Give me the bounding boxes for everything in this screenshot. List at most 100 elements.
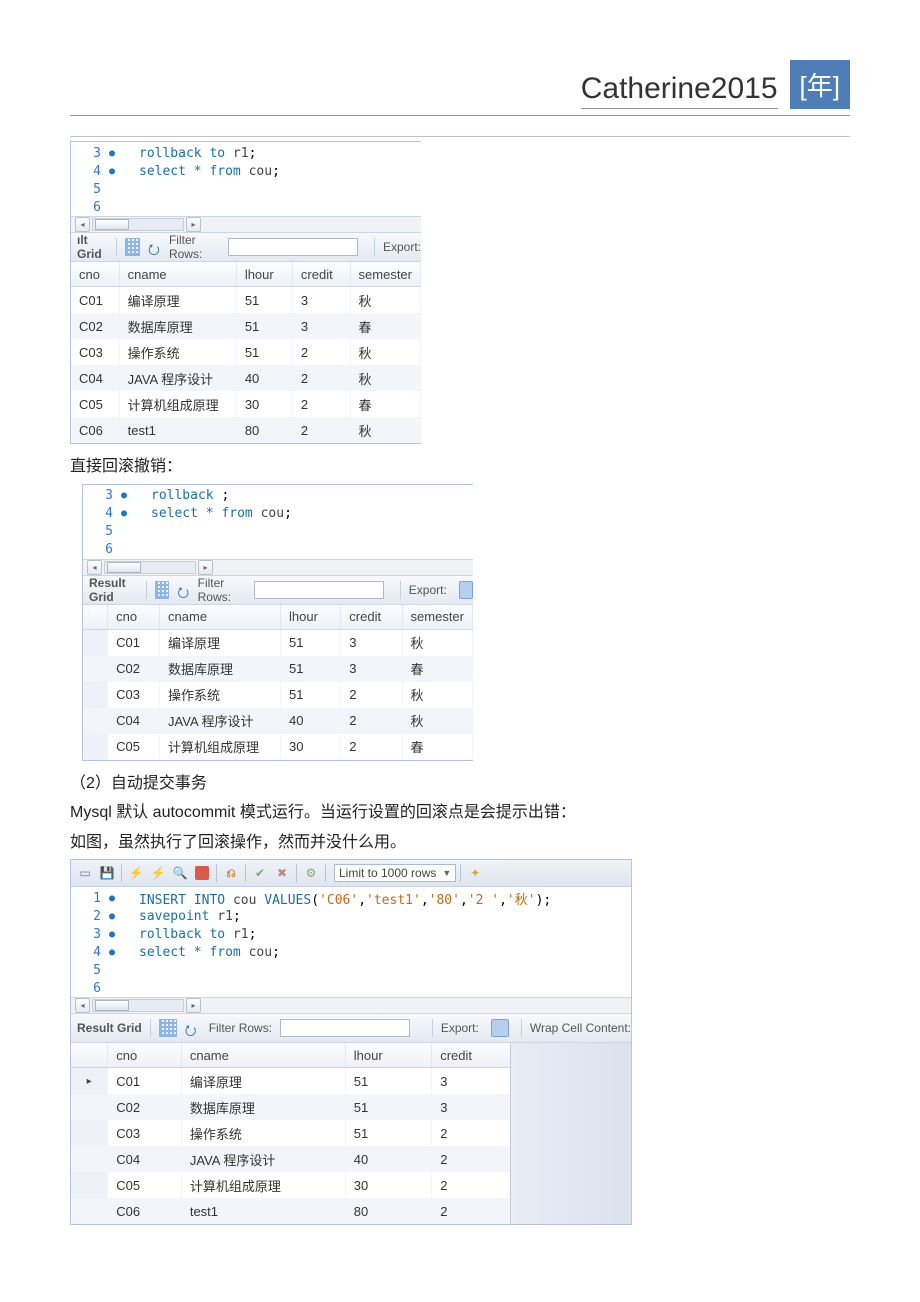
- cell[interactable]: C05: [71, 391, 119, 417]
- cell[interactable]: 2: [341, 734, 402, 760]
- column-header[interactable]: credit: [432, 1043, 518, 1068]
- table-row[interactable]: C01编译原理513秋: [83, 629, 473, 656]
- editor-line[interactable]: 5: [83, 523, 473, 541]
- column-header[interactable]: semester: [350, 262, 420, 287]
- breakpoint-dot-icon[interactable]: ●: [105, 911, 119, 922]
- scroll-track[interactable]: [92, 999, 184, 1012]
- cell[interactable]: JAVA 程序设计: [119, 365, 236, 391]
- column-header[interactable]: lhour: [345, 1043, 431, 1068]
- open-icon[interactable]: ▭: [75, 863, 95, 883]
- breakpoint-dot-icon[interactable]: ●: [105, 929, 119, 940]
- cell[interactable]: 80: [236, 417, 292, 443]
- filter-input[interactable]: [280, 1019, 410, 1037]
- column-header[interactable]: cname: [119, 262, 236, 287]
- editor-line[interactable]: 5: [71, 180, 421, 198]
- table-row[interactable]: C04JAVA 程序设计402秋: [83, 708, 473, 734]
- breakpoint-dot-icon[interactable]: ●: [117, 490, 131, 501]
- cell[interactable]: 春: [350, 313, 420, 339]
- row-handle[interactable]: [71, 1198, 108, 1224]
- cell[interactable]: C01: [108, 629, 160, 656]
- row-handle[interactable]: [83, 682, 108, 708]
- row-handle[interactable]: [83, 629, 108, 656]
- editor-line[interactable]: 4●select * from cou;: [71, 943, 631, 961]
- cell[interactable]: 编译原理: [119, 287, 236, 314]
- cell[interactable]: 2: [292, 417, 350, 443]
- column-header[interactable]: cname: [160, 605, 281, 630]
- cell[interactable]: 2: [432, 1120, 518, 1146]
- cell[interactable]: C04: [71, 365, 119, 391]
- autocommit-on-icon[interactable]: ✔: [250, 863, 270, 883]
- editor-line[interactable]: 3●rollback to r1;: [71, 144, 421, 162]
- filter-input[interactable]: [254, 581, 384, 599]
- cell[interactable]: 2: [432, 1198, 518, 1224]
- editor-line[interactable]: 6: [71, 979, 631, 997]
- settings-icon[interactable]: ⚙: [301, 863, 321, 883]
- execute-step-icon[interactable]: ⚡: [148, 863, 168, 883]
- cell[interactable]: 40: [280, 708, 340, 734]
- column-header[interactable]: lhour: [236, 262, 292, 287]
- column-header[interactable]: cname: [181, 1043, 345, 1068]
- cell[interactable]: 春: [350, 391, 420, 417]
- row-handle[interactable]: [83, 708, 108, 734]
- cell[interactable]: C01: [108, 1068, 182, 1095]
- column-header[interactable]: cno: [108, 1043, 182, 1068]
- cell[interactable]: 51: [280, 629, 340, 656]
- cell[interactable]: 51: [280, 656, 340, 682]
- table-row[interactable]: C04JAVA 程序设计402秋: [71, 365, 421, 391]
- scroll-right-icon[interactable]: ▸: [198, 560, 213, 575]
- refresh-icon[interactable]: [148, 239, 161, 255]
- cell[interactable]: 30: [236, 391, 292, 417]
- stop-icon[interactable]: [192, 863, 212, 883]
- cell[interactable]: 2: [292, 339, 350, 365]
- cell[interactable]: 计算机组成原理: [160, 734, 281, 760]
- table-row[interactable]: C02数据库原理513春: [71, 313, 421, 339]
- cell[interactable]: 2: [432, 1146, 518, 1172]
- cell[interactable]: 51: [345, 1094, 431, 1120]
- code-text[interactable]: rollback to r1;: [119, 927, 256, 942]
- cell[interactable]: 操作系统: [119, 339, 236, 365]
- cell[interactable]: 51: [236, 339, 292, 365]
- cell[interactable]: C03: [108, 682, 160, 708]
- row-handle[interactable]: [71, 1172, 108, 1198]
- commit-icon[interactable]: ⎌: [221, 863, 241, 883]
- table-row[interactable]: C01编译原理513秋: [71, 287, 421, 314]
- cell[interactable]: test1: [181, 1198, 345, 1224]
- column-header[interactable]: semester: [402, 605, 472, 630]
- horizontal-scrollbar[interactable]: ◂ ▸: [71, 216, 421, 232]
- breakpoint-dot-icon[interactable]: ●: [105, 166, 119, 177]
- export-icon[interactable]: [459, 581, 473, 599]
- refresh-icon[interactable]: [177, 582, 189, 598]
- cell[interactable]: C01: [71, 287, 119, 314]
- cell[interactable]: 春: [402, 656, 472, 682]
- cell[interactable]: 秋: [402, 708, 472, 734]
- cell[interactable]: 秋: [350, 287, 420, 314]
- code-text[interactable]: select * from cou;: [119, 945, 280, 960]
- cell[interactable]: 秋: [350, 339, 420, 365]
- grid-icon[interactable]: [155, 581, 169, 599]
- cell[interactable]: C04: [108, 1146, 182, 1172]
- breakpoint-dot-icon[interactable]: ●: [105, 947, 119, 958]
- row-handle[interactable]: ▸: [71, 1068, 108, 1095]
- cell[interactable]: JAVA 程序设计: [160, 708, 281, 734]
- cell[interactable]: 80: [345, 1198, 431, 1224]
- row-handle[interactable]: [83, 656, 108, 682]
- cell[interactable]: 秋: [402, 629, 472, 656]
- cell[interactable]: C02: [108, 1094, 182, 1120]
- table-row[interactable]: C03操作系统512秋: [83, 682, 473, 708]
- table-row[interactable]: C06test1802秋: [71, 417, 421, 443]
- horizontal-scrollbar[interactable]: ◂ ▸: [83, 559, 473, 575]
- cell[interactable]: C05: [108, 1172, 182, 1198]
- cell[interactable]: JAVA 程序设计: [181, 1146, 345, 1172]
- editor-line[interactable]: 6: [71, 198, 421, 216]
- editor-line[interactable]: 3●rollback to r1;: [71, 925, 631, 943]
- scroll-left-icon[interactable]: ◂: [87, 560, 102, 575]
- cell[interactable]: C05: [108, 734, 160, 760]
- scroll-track[interactable]: [104, 561, 196, 574]
- row-handle[interactable]: [71, 1094, 108, 1120]
- cell[interactable]: 2: [341, 708, 402, 734]
- table-row[interactable]: C05计算机组成原理302春: [83, 734, 473, 760]
- grid-icon[interactable]: [159, 1019, 177, 1037]
- row-handle[interactable]: [71, 1146, 108, 1172]
- beautify-icon[interactable]: ✦: [465, 863, 485, 883]
- cell[interactable]: 2: [292, 391, 350, 417]
